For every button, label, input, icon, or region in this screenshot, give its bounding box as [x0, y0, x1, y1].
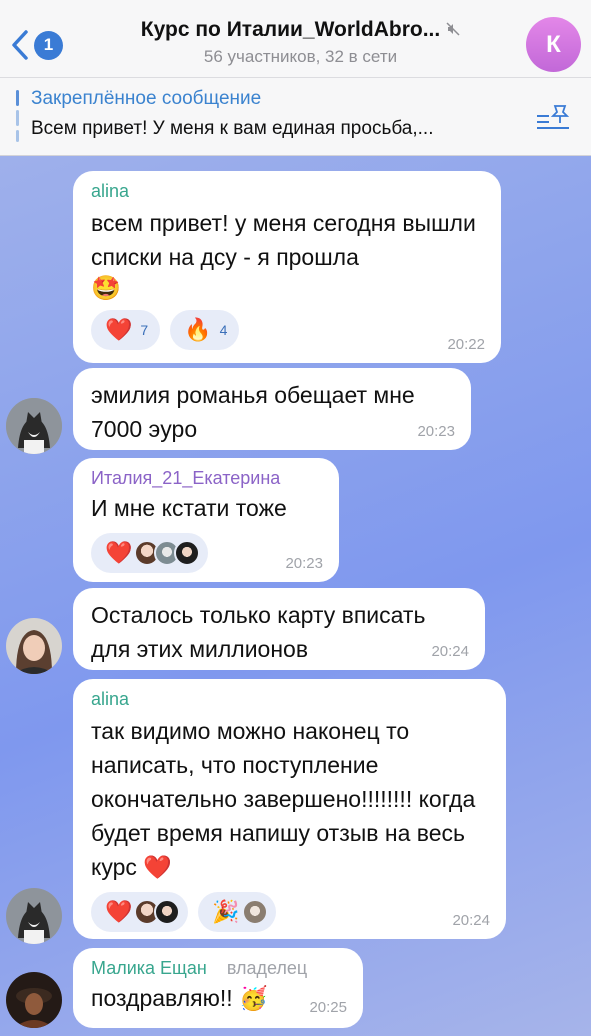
message-text: поздравляю!! 🥳	[91, 985, 268, 1011]
heart-icon: ❤️	[105, 317, 133, 342]
message-text-content: всем привет! у меня сегодня вышли списки…	[91, 210, 476, 270]
heart-icon: ❤️	[105, 540, 133, 565]
avatar[interactable]	[6, 618, 62, 674]
chat-title-area[interactable]: Курс по Италии_WorldAbro... 56 участнико…	[90, 18, 511, 67]
message-bubble[interactable]: Италия_21_Екатерина И мне кстати тоже ❤️…	[73, 458, 339, 582]
message-bubble[interactable]: Осталось только карту вписать для этих м…	[73, 588, 485, 670]
back-button[interactable]: 1	[10, 25, 70, 65]
chat-title: Курс по Италии_WorldAbro...	[141, 18, 460, 42]
emoji-star-struck: 🤩	[91, 275, 121, 302]
message-text: эмилия романья обещает мне 7000 эуро	[91, 382, 415, 442]
chat-header: 1 Курс по Италии_WorldAbro... 56 участни…	[0, 0, 591, 78]
muted-icon	[446, 21, 460, 39]
sender-name[interactable]: Италия_21_Екатерина	[91, 468, 321, 489]
chat-subtitle: 56 участников, 32 в сети	[203, 47, 398, 66]
avatar[interactable]	[6, 398, 62, 454]
heart-icon: ❤️	[105, 899, 133, 924]
message-text: так видимо можно наконец то написать, чт…	[91, 718, 476, 880]
message-time: 20:25	[309, 999, 347, 1016]
cat-avatar-icon	[6, 398, 62, 454]
message-time: 20:24	[431, 643, 469, 660]
reaction-heart[interactable]: ❤️	[91, 533, 209, 573]
message-time: 20:24	[452, 912, 490, 929]
sender-header: Малика Ещан владелец	[91, 958, 345, 979]
message-time: 20:22	[447, 336, 485, 353]
reaction-heart[interactable]: ❤️	[91, 892, 189, 932]
chat-title-text: Курс по Италии_WorldAbro...	[140, 18, 441, 41]
sender-name[interactable]: Малика Ещан	[91, 958, 207, 979]
sender-name[interactable]: alina	[91, 181, 483, 202]
pinned-message-bar[interactable]: Закреплённое сообщение Всем привет! У ме…	[0, 78, 591, 156]
message-text: И мне кстати тоже	[91, 495, 287, 521]
sender-name[interactable]: alina	[91, 689, 488, 710]
message-time: 20:23	[285, 555, 323, 572]
user-photo-icon	[6, 972, 62, 1028]
reactions-row: ❤️ 7 🔥 4	[91, 310, 483, 350]
chevron-left-icon	[12, 30, 28, 60]
reactor-avatar	[154, 899, 181, 925]
reaction-heart[interactable]: ❤️ 7	[91, 310, 161, 350]
message-bubble[interactable]: Малика Ещан владелец поздравляю!! 🥳 20:2…	[73, 948, 363, 1028]
avatar[interactable]	[6, 888, 62, 944]
message-time: 20:23	[417, 423, 455, 440]
message-text: всем привет! у меня сегодня вышли списки…	[91, 206, 483, 304]
message-text: Осталось только карту вписать для этих м…	[91, 602, 426, 662]
chat-avatar[interactable]: К	[526, 17, 581, 72]
message-bubble[interactable]: эмилия романья обещает мне 7000 эуро 20:…	[73, 368, 471, 450]
owner-badge: владелец	[226, 958, 308, 978]
reactor-avatar	[174, 540, 201, 566]
cat-avatar-icon	[6, 888, 62, 944]
fire-icon: 🔥	[184, 317, 212, 342]
party-popper-icon: 🎉	[212, 899, 240, 924]
user-photo-icon	[6, 618, 62, 674]
reaction-fire[interactable]: 🔥 4	[170, 310, 240, 350]
avatar[interactable]	[6, 972, 62, 1028]
reactor-avatar	[241, 899, 268, 925]
message-bubble[interactable]: alina всем привет! у меня сегодня вышли …	[73, 171, 501, 363]
pinned-title: Закреплённое сообщение	[31, 88, 262, 109]
reaction-count: 7	[140, 322, 149, 338]
reactions-row: ❤️ 🎉	[91, 892, 488, 932]
message-bubble[interactable]: alina так видимо можно наконец то написа…	[73, 679, 506, 939]
reaction-party[interactable]: 🎉	[198, 892, 276, 932]
reaction-count: 4	[219, 322, 228, 338]
pinned-indicator	[16, 90, 19, 144]
pinned-list-icon[interactable]	[535, 102, 571, 134]
unread-count-badge: 1	[34, 30, 63, 60]
pinned-text: Всем привет! У меня к вам единая просьба…	[31, 118, 434, 139]
